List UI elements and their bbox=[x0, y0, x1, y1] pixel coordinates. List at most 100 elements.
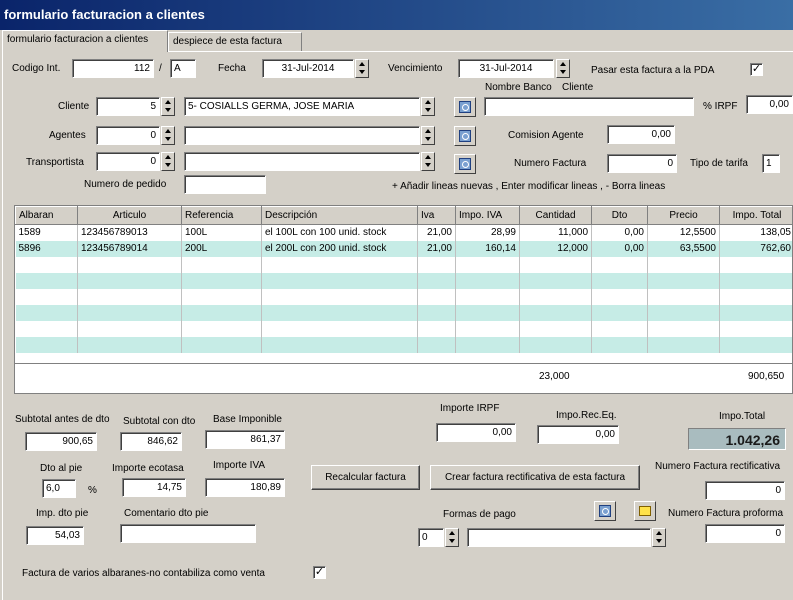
transportista-label: Transportista bbox=[26, 157, 84, 168]
comentario-input[interactable] bbox=[120, 524, 256, 543]
cell-albaran: 1589 bbox=[15, 224, 78, 241]
cell-referencia: 200L bbox=[181, 240, 262, 257]
cliente-header-label: Cliente bbox=[562, 82, 594, 93]
num-rectificativa-label: Numero Factura rectificativa bbox=[655, 461, 781, 472]
cell-impo-total: 762,60 bbox=[719, 240, 792, 257]
cell-iva: 21,00 bbox=[417, 240, 456, 257]
dto-pie-input[interactable]: 6,0 bbox=[42, 479, 76, 498]
fecha-input[interactable]: 31-Jul-2014 bbox=[262, 59, 354, 78]
codigo-input[interactable]: 112 bbox=[72, 59, 154, 78]
column-header[interactable]: Precio bbox=[647, 206, 720, 225]
column-header[interactable]: Impo. IVA bbox=[455, 206, 520, 225]
table-row-empty[interactable] bbox=[15, 272, 792, 289]
column-header[interactable]: Albaran bbox=[15, 206, 78, 225]
transportista-number-input[interactable]: 0 bbox=[96, 152, 160, 171]
codigo-label: Codigo Int. bbox=[12, 63, 61, 74]
base-input[interactable]: 861,37 bbox=[205, 430, 285, 449]
subtotal-con-input[interactable]: 846,62 bbox=[120, 432, 182, 451]
percent-sign: % bbox=[88, 485, 97, 496]
imp-dto-pie-input[interactable]: 54,03 bbox=[26, 526, 84, 545]
cliente-name-input[interactable]: 5- COSIALLS GERMA, JOSE MARIA bbox=[184, 97, 420, 116]
total-importe: 900,650 bbox=[748, 371, 785, 382]
search-icon bbox=[459, 158, 471, 170]
formas-pago-name-input[interactable] bbox=[467, 528, 651, 547]
agentes-lookup-button[interactable] bbox=[454, 126, 476, 146]
cell-dto: 0,00 bbox=[591, 224, 648, 241]
formas-pago-name-spinner[interactable] bbox=[652, 528, 666, 547]
dto-pie-label: Dto al pie bbox=[40, 463, 83, 474]
irpf-import-label: Importe IRPF bbox=[440, 403, 500, 414]
irpf-input[interactable]: 0,00 bbox=[746, 95, 793, 114]
tab-despiece[interactable]: despiece de esta factura bbox=[168, 32, 302, 51]
cliente-number-input[interactable]: 5 bbox=[96, 97, 160, 116]
formas-pago-spinner[interactable] bbox=[445, 528, 459, 547]
cell-precio: 63,5500 bbox=[647, 240, 720, 257]
agentes-spinner[interactable] bbox=[161, 126, 175, 145]
tab-formulario[interactable]: formulario facturacion a clientes bbox=[2, 30, 168, 52]
banco-input[interactable] bbox=[484, 97, 694, 116]
cell-impo-total: 138,05 bbox=[719, 224, 792, 241]
agentes-name-input[interactable] bbox=[184, 126, 420, 145]
table-row[interactable]: 1589 123456789013 100L el 100L con 100 u… bbox=[15, 224, 792, 241]
cell-descripcion: el 100L con 100 unid. stock bbox=[261, 224, 418, 241]
table-row[interactable]: 5896 123456789014 200L el 200L con 200 u… bbox=[15, 240, 792, 257]
table-row-empty[interactable] bbox=[15, 336, 792, 353]
cell-dto: 0,00 bbox=[591, 240, 648, 257]
fecha-spinner[interactable] bbox=[355, 59, 369, 78]
table-row-empty[interactable] bbox=[15, 288, 792, 305]
column-header[interactable]: Referencia bbox=[181, 206, 262, 225]
agentes-name-spinner[interactable] bbox=[421, 126, 435, 145]
num-rectificativa-input[interactable]: 0 bbox=[705, 481, 785, 500]
nombre-banco-label: Nombre Banco bbox=[485, 82, 552, 93]
cliente-name-spinner[interactable] bbox=[421, 97, 435, 116]
cliente-spinner[interactable] bbox=[161, 97, 175, 116]
transportista-name-input[interactable] bbox=[184, 152, 420, 171]
formas-pago-label: Formas de pago bbox=[443, 509, 516, 520]
column-header[interactable]: Impo. Total bbox=[719, 206, 792, 225]
num-proforma-input[interactable]: 0 bbox=[705, 524, 785, 543]
column-header[interactable]: Dto bbox=[591, 206, 648, 225]
column-header[interactable]: Articulo bbox=[77, 206, 182, 225]
vencimiento-spinner[interactable] bbox=[556, 59, 570, 78]
vencimiento-input[interactable]: 31-Jul-2014 bbox=[458, 59, 554, 78]
table-totals-row: 23,000 900,650 bbox=[15, 363, 792, 393]
iva-input[interactable]: 180,89 bbox=[205, 478, 285, 497]
numero-factura-input[interactable]: 0 bbox=[607, 154, 677, 173]
iva-label: Importe IVA bbox=[213, 460, 266, 471]
column-header[interactable]: Cantidad bbox=[519, 206, 592, 225]
formas-pago-number-input[interactable]: 0 bbox=[418, 528, 444, 547]
transportista-spinner[interactable] bbox=[161, 152, 175, 171]
pedido-label: Numero de pedido bbox=[84, 179, 167, 190]
column-header[interactable]: Descripción bbox=[261, 206, 418, 225]
tipo-tarifa-input[interactable]: 1 bbox=[762, 154, 780, 173]
base-label: Base Imponible bbox=[213, 414, 282, 425]
table-row-empty[interactable] bbox=[15, 304, 792, 321]
rectificativa-button[interactable]: Crear factura rectificativa de esta fact… bbox=[430, 465, 640, 490]
column-header[interactable]: Iva bbox=[417, 206, 456, 225]
table-row-empty[interactable] bbox=[15, 256, 792, 273]
formas-pago-lookup-button[interactable] bbox=[594, 501, 616, 521]
cell-articulo: 123456789013 bbox=[77, 224, 182, 241]
cell-referencia: 100L bbox=[181, 224, 262, 241]
codigo-series-input[interactable]: A bbox=[170, 59, 196, 78]
cliente-lookup-button[interactable] bbox=[454, 97, 476, 117]
fecha-label: Fecha bbox=[218, 63, 246, 74]
subtotal-antes-input[interactable]: 900,65 bbox=[25, 432, 97, 451]
varios-albaranes-checkbox[interactable]: ✓ bbox=[313, 566, 326, 579]
search-icon bbox=[459, 130, 471, 142]
transportista-name-spinner[interactable] bbox=[421, 152, 435, 171]
irpf-import-input[interactable]: 0,00 bbox=[436, 423, 516, 442]
recalcular-button[interactable]: Recalcular factura bbox=[311, 465, 420, 490]
ecotasa-input[interactable]: 14,75 bbox=[122, 478, 186, 497]
comision-input[interactable]: 0,00 bbox=[607, 125, 675, 144]
pda-checkbox[interactable]: ✓ bbox=[750, 63, 763, 76]
subtotal-con-label: Subtotal con dto bbox=[123, 416, 196, 427]
agentes-number-input[interactable]: 0 bbox=[96, 126, 160, 145]
formas-pago-folder-button[interactable] bbox=[634, 501, 656, 521]
rec-input[interactable]: 0,00 bbox=[537, 425, 619, 444]
agentes-label: Agentes bbox=[49, 130, 86, 141]
transportista-lookup-button[interactable] bbox=[454, 154, 476, 174]
pedido-input[interactable] bbox=[184, 175, 266, 194]
search-icon bbox=[459, 101, 471, 113]
table-row-empty[interactable] bbox=[15, 320, 792, 337]
